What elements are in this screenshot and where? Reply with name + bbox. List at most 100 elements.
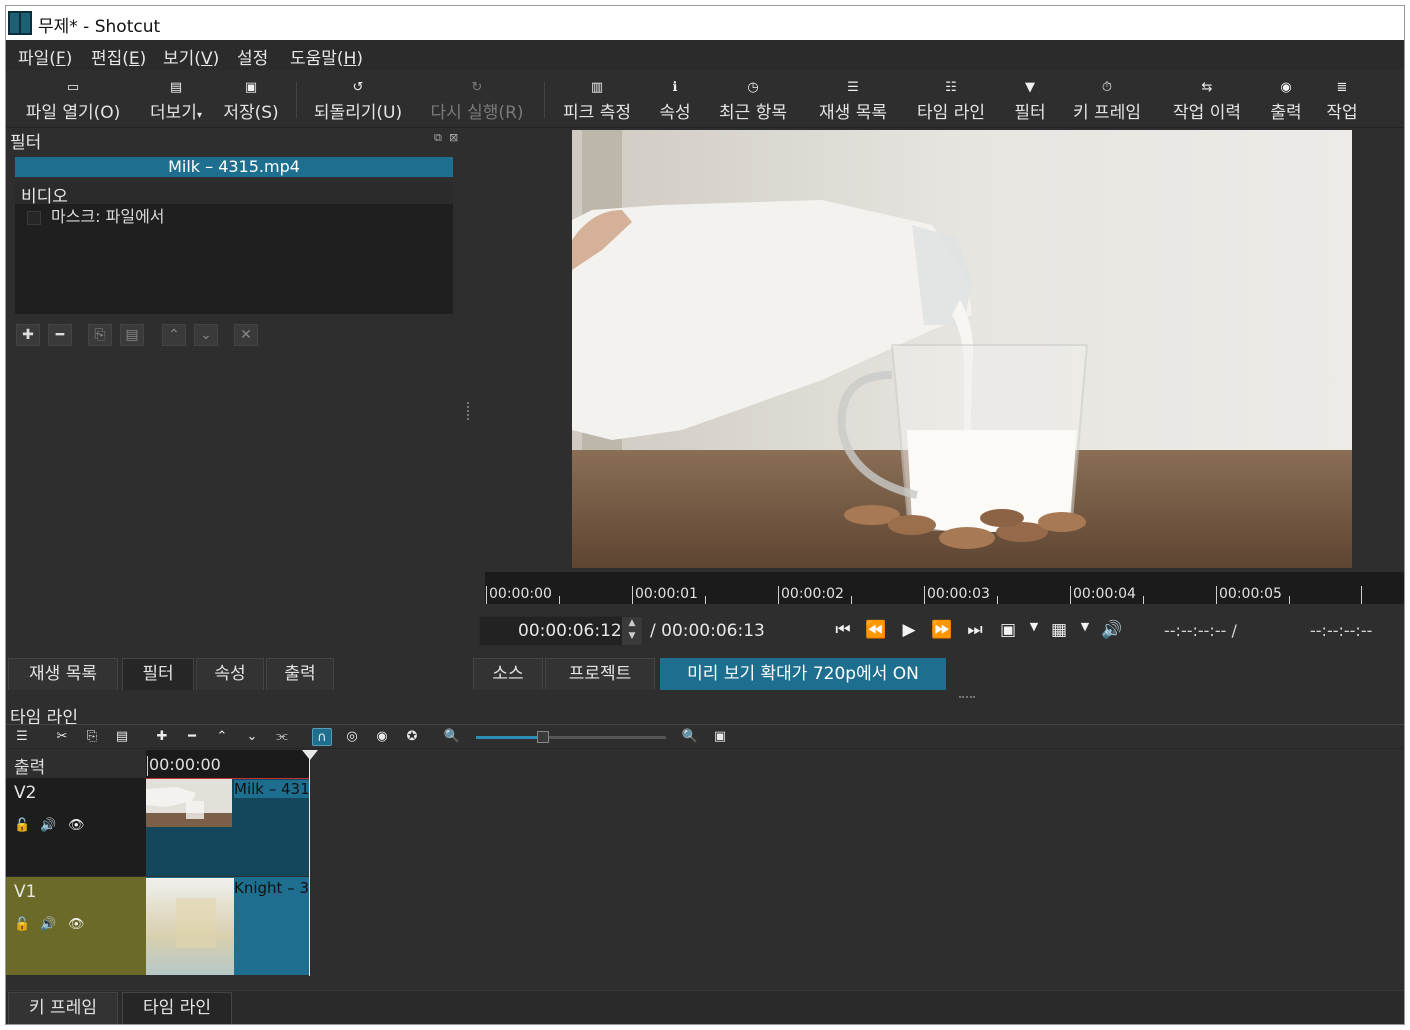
split-icon[interactable]: ⫘ (272, 728, 292, 746)
rewind-icon[interactable]: ⏪ (864, 620, 888, 640)
fast-forward-icon[interactable]: ⏩ (930, 620, 954, 640)
title-bar: 무제* - Shotcut (6, 6, 1404, 40)
tab-keyframes[interactable]: 키 프레임 (8, 992, 118, 1024)
zoom-fit-icon[interactable]: ▣ (996, 620, 1020, 640)
ruler-minor-tick (997, 596, 998, 604)
export-button[interactable]: ◉ 출력 (1266, 70, 1306, 128)
tab-properties[interactable]: 속성 (196, 658, 264, 690)
skip-to-start-icon[interactable]: ⏮ (831, 620, 855, 640)
timeline-toolbar: ☰ ✂ ⎘ ▤ ✚ ━ ⌃ ⌄ ⫘ ∩ ◎ ◉ ✪ 🔍 🔍 ▣ (6, 724, 1404, 749)
close-panel-icon[interactable]: ⊠ (449, 131, 458, 144)
overwrite-icon[interactable]: ⌄ (242, 728, 262, 746)
undo-button[interactable]: ↺ 되돌리기(U) (308, 70, 408, 128)
snap-magnet-icon[interactable]: ∩ (312, 728, 332, 746)
grid-dropdown-icon[interactable]: ▼ (1073, 620, 1097, 633)
ripple-all-icon[interactable]: ✪ (402, 728, 422, 746)
menu-bar: 파일(F) 편집(E) 보기(V) 설정 도움말(H) (6, 40, 1404, 70)
splitter-handle[interactable] (959, 696, 975, 698)
clip-thumbnail (146, 878, 234, 975)
volume-icon[interactable]: 🔊 (1100, 620, 1124, 640)
menu-settings[interactable]: 설정 (237, 44, 268, 69)
grid-icon[interactable]: ▦ (1047, 620, 1071, 640)
preview-scaling-badge[interactable]: 미리 보기 확대가 720p에서 ON (660, 658, 946, 690)
timeline-ruler[interactable]: 00:00:00 (146, 750, 310, 778)
skip-to-end-icon[interactable]: ⏭ (963, 620, 987, 640)
ripple-icon[interactable]: ◉ (372, 728, 392, 746)
meter-icon: ▥ (590, 80, 604, 95)
filter-enable-checkbox[interactable] (27, 210, 41, 225)
filter-item[interactable]: 마스크: 파일에서 (27, 203, 165, 227)
menu-help[interactable]: 도움말(H) (290, 44, 363, 69)
player-timeline-ruler[interactable]: 00:00:00 00:00:01 00:00:02 00:00:03 00:0… (485, 572, 1404, 604)
position-timecode-field[interactable]: 00:00:06:12 ▲ ▼ (479, 616, 643, 646)
list-icon: ☰ (847, 80, 859, 95)
add-filter-button[interactable]: ✚ (16, 324, 40, 346)
deselect-filter-button[interactable]: ✕ (234, 324, 258, 346)
tab-project[interactable]: 프로젝트 (545, 658, 655, 690)
tab-export[interactable]: 출력 (266, 658, 334, 690)
zoom-fit-timeline-icon[interactable]: ▣ (710, 728, 730, 746)
paste-icon[interactable]: ▤ (112, 728, 132, 746)
append-icon[interactable]: ✚ (152, 728, 172, 746)
lock-icon[interactable]: 🔓 (14, 818, 30, 833)
tab-timeline[interactable]: 타임 라인 (122, 992, 232, 1024)
playlist-button[interactable]: ☰ 재생 목록 (812, 70, 894, 128)
history-button[interactable]: ⇆ 작업 이력 (1166, 70, 1248, 128)
menu-view[interactable]: 보기(V) (163, 44, 219, 69)
copy-filter-button[interactable]: ⎘ (88, 324, 112, 346)
recent-button[interactable]: ◷ 최근 항목 (712, 70, 794, 128)
move-down-button[interactable]: ⌄ (194, 324, 218, 346)
filter-section-video: 비디오 (15, 182, 453, 207)
output-track-header[interactable]: 출력 (6, 750, 146, 778)
scrub-icon[interactable]: ◎ (342, 728, 362, 746)
menu-file[interactable]: 파일(F) (18, 44, 72, 69)
timeline-menu-icon[interactable]: ☰ (12, 728, 32, 746)
cut-icon[interactable]: ✂ (52, 728, 72, 746)
ripple-delete-icon[interactable]: ━ (182, 728, 202, 746)
track-header-v1[interactable]: V1 🔓 🔊 👁 (6, 877, 146, 975)
jobs-button[interactable]: ≣ 작업 (1322, 70, 1362, 128)
play-icon[interactable]: ▶ (897, 620, 921, 640)
remove-filter-button[interactable]: ━ (48, 324, 72, 346)
zoom-in-icon[interactable]: 🔍 (680, 728, 700, 746)
save-button[interactable]: ▣ 저장(S) (218, 70, 284, 128)
tab-filters[interactable]: 필터 (122, 658, 194, 690)
playhead-marker-icon[interactable] (302, 750, 318, 760)
more-button[interactable]: ▤ 더보기▾ (144, 70, 208, 128)
timecode-spinner[interactable]: ▲ ▼ (622, 617, 642, 645)
copy-icon[interactable]: ⎘ (82, 728, 102, 746)
tab-playlist[interactable]: 재생 목록 (8, 658, 118, 690)
zoom-dropdown-icon[interactable]: ▼ (1022, 620, 1046, 633)
properties-button[interactable]: ℹ 속성 (654, 70, 696, 128)
peak-meter-button[interactable]: ▥ 피크 측정 (558, 70, 636, 128)
mute-icon[interactable]: 🔊 (40, 818, 56, 833)
mute-icon[interactable]: 🔊 (40, 917, 56, 932)
filter-funnel-icon: ▼ (1025, 80, 1035, 95)
filters-button[interactable]: ▼ 필터 (1010, 70, 1050, 128)
clip-milk[interactable]: Milk – 431 (146, 778, 310, 876)
lift-icon[interactable]: ⌃ (212, 728, 232, 746)
database-icon: ≣ (1336, 80, 1348, 95)
menu-edit[interactable]: 편집(E) (91, 44, 146, 69)
eye-icon[interactable]: 👁 (68, 917, 85, 932)
video-preview[interactable] (572, 130, 1352, 568)
duration-timecode: / 00:00:06:13 (650, 621, 765, 641)
open-file-button[interactable]: ▭ 파일 열기(O) (20, 70, 126, 128)
lock-icon[interactable]: 🔓 (14, 917, 30, 932)
redo-button[interactable]: ↻ 다시 실행(R) (424, 70, 530, 128)
tab-source[interactable]: 소스 (473, 658, 543, 690)
splitter-handle[interactable] (467, 402, 469, 420)
move-up-button[interactable]: ⌃ (162, 324, 186, 346)
eye-icon[interactable]: 👁 (68, 818, 85, 833)
toolbar-separator (296, 82, 297, 118)
timeline-button[interactable]: ☷ 타임 라인 (910, 70, 992, 128)
zoom-out-icon[interactable]: 🔍 (442, 728, 462, 746)
clip-knight[interactable]: Knight – 3 (146, 877, 310, 975)
paste-filter-button[interactable]: ▤ (120, 324, 144, 346)
track-header-v2[interactable]: V2 🔓 🔊 👁 (6, 778, 146, 876)
video-frame-image (572, 130, 1352, 568)
keyframes-button[interactable]: ⏱ 키 프레임 (1066, 70, 1148, 128)
float-icon[interactable]: ⧉ (434, 131, 442, 145)
ruler-tick-label: 00:00:01 (632, 586, 698, 604)
zoom-slider-handle[interactable] (537, 731, 549, 743)
